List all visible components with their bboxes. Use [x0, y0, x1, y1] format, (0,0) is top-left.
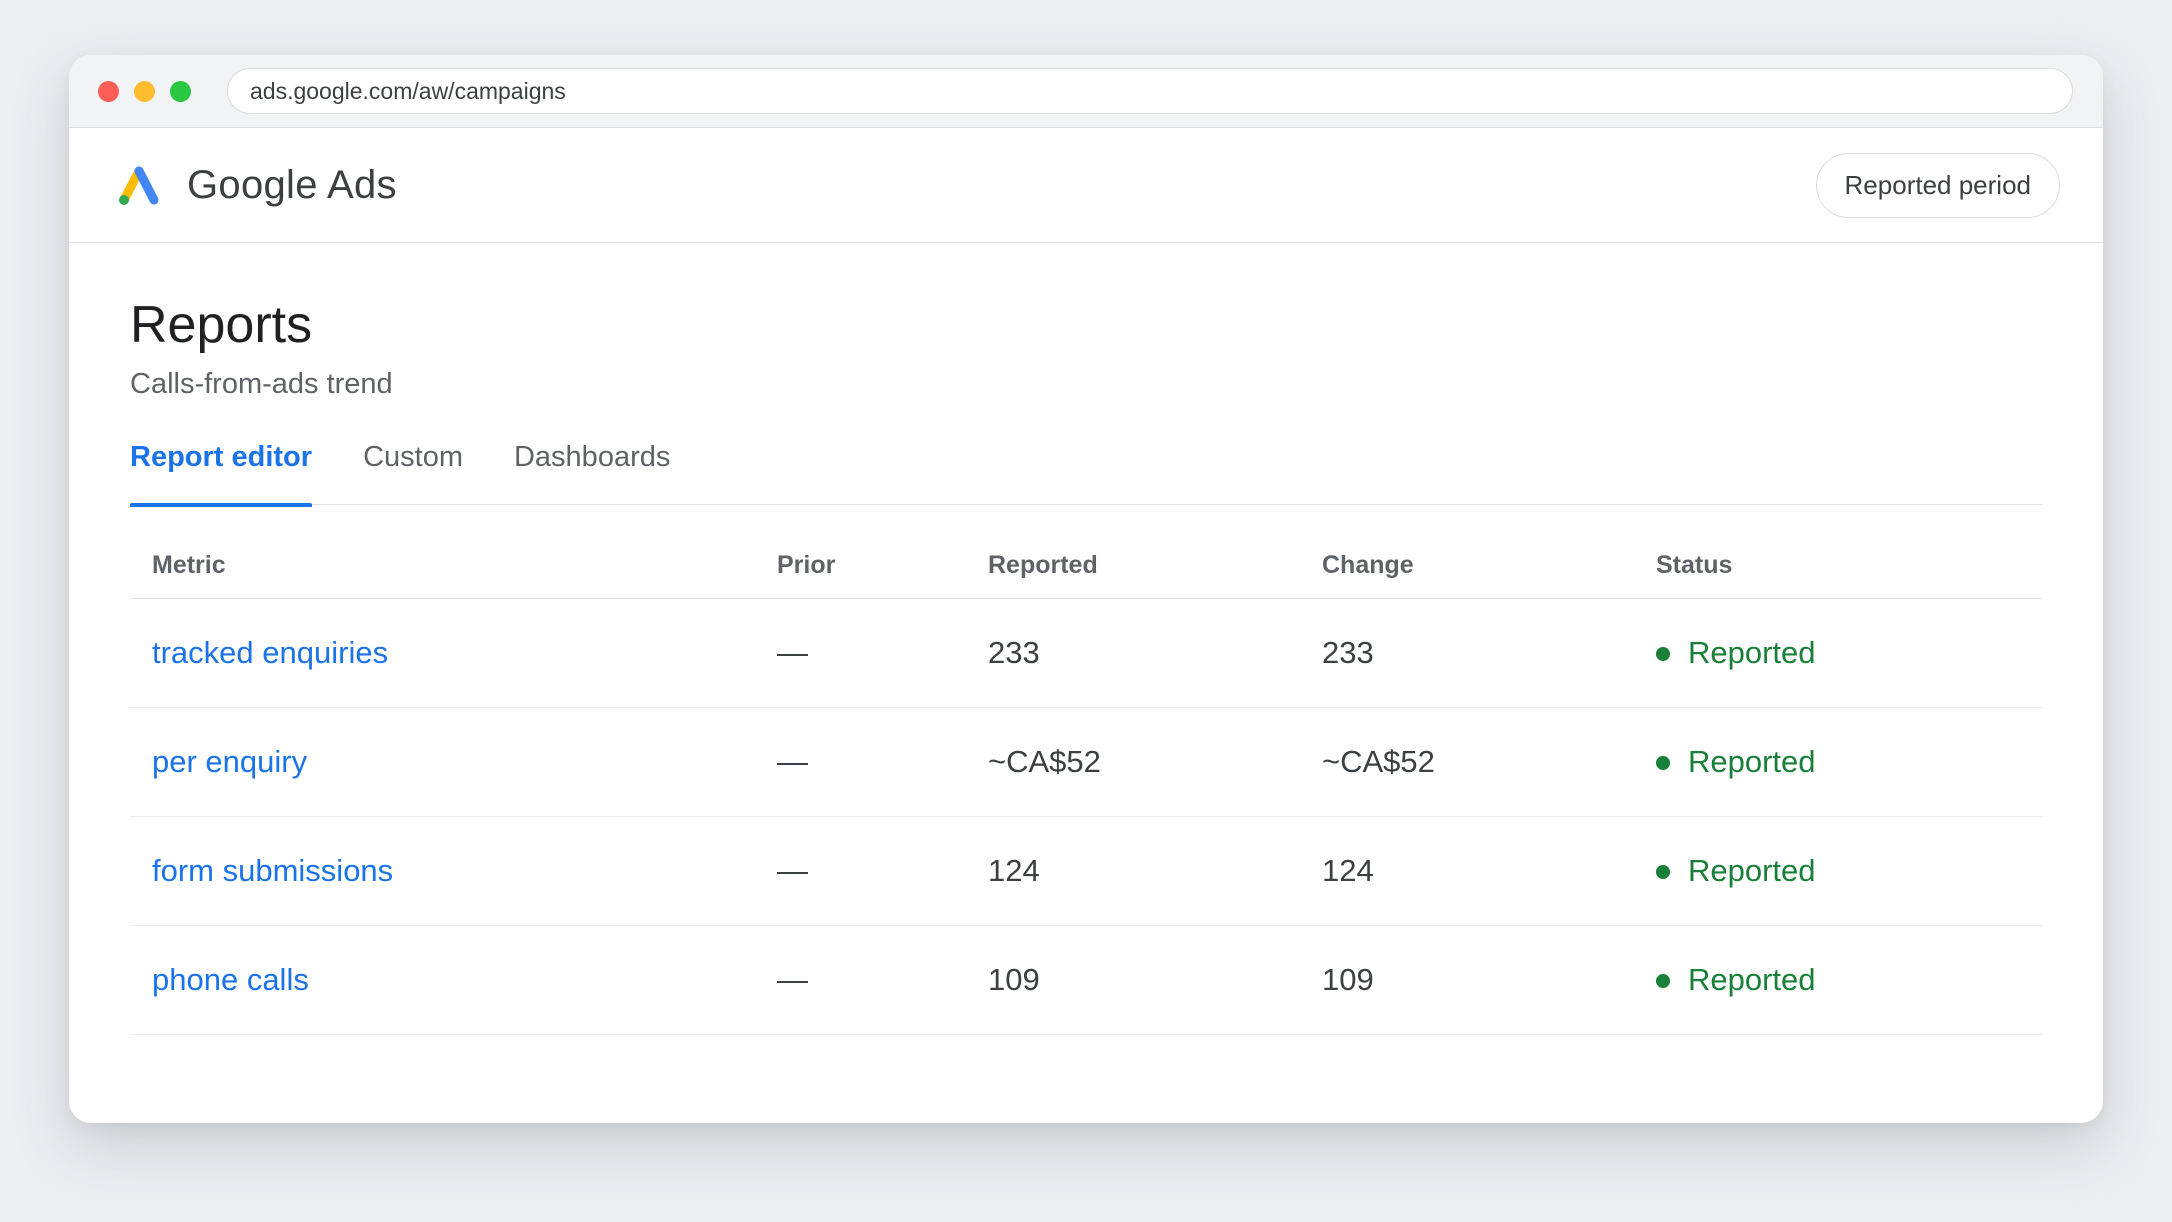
app-name: Google Ads — [187, 162, 397, 207]
prior-value: — — [777, 816, 988, 926]
status-dot-icon — [1656, 973, 1670, 988]
column-header-reported[interactable]: Reported — [988, 533, 1322, 599]
report-tabs: Report editor Custom Dashboards — [130, 429, 2042, 507]
table-row: phone calls — 109 109 Reported — [130, 925, 2042, 1035]
reported-value: 233 — [988, 598, 1322, 708]
status-dot-icon — [1656, 755, 1670, 770]
metric-link[interactable]: form submissions — [152, 853, 393, 888]
column-header-metric[interactable]: Metric — [130, 533, 777, 599]
table-row: form submissions — 124 124 Reported — [130, 816, 2042, 926]
reported-value: 109 — [988, 925, 1322, 1035]
reported-period-button[interactable]: Reported period — [1815, 152, 2060, 218]
main-content: Reports Calls-from-ads trend Report edit… — [69, 243, 2103, 1035]
browser-titlebar: ads.google.com/aw/campaigns — [69, 55, 2103, 128]
status-dot-icon — [1656, 646, 1670, 661]
metric-link[interactable]: per enquiry — [152, 744, 307, 779]
metric-link[interactable]: tracked enquiries — [152, 635, 388, 670]
prior-value: — — [777, 707, 988, 817]
table-row: per enquiry — ~CA$52 ~CA$52 Reported — [130, 707, 2042, 817]
brand[interactable]: Google Ads — [114, 163, 397, 208]
change-value: 109 — [1322, 925, 1656, 1035]
address-bar[interactable]: ads.google.com/aw/campaigns — [227, 68, 2073, 114]
status-dot-icon — [1656, 864, 1670, 879]
prior-value: — — [777, 925, 988, 1035]
reported-value: 124 — [988, 816, 1322, 926]
status-badge: Reported — [1656, 962, 2042, 998]
address-bar-url: ads.google.com/aw/campaigns — [250, 77, 566, 104]
reported-value: ~CA$52 — [988, 707, 1322, 817]
change-value: 233 — [1322, 598, 1656, 708]
table-row: tracked enquiries — 233 233 Reported — [130, 598, 2042, 708]
status-label: Reported — [1688, 961, 1816, 997]
tab-report-editor[interactable]: Report editor — [130, 429, 313, 507]
browser-window: ads.google.com/aw/campaigns Google Ads R… — [69, 55, 2103, 1123]
tab-dashboards[interactable]: Dashboards — [514, 429, 670, 505]
status-label: Reported — [1688, 743, 1816, 779]
table-header-row: Metric Prior Reported Change Status — [130, 533, 2042, 599]
status-badge: Reported — [1656, 744, 2042, 780]
page-title: Reports — [130, 296, 313, 354]
status-badge: Reported — [1656, 635, 2042, 671]
column-header-change[interactable]: Change — [1322, 533, 1656, 599]
minimize-window-button[interactable] — [134, 80, 155, 102]
app-header: Google Ads Reported period — [69, 128, 2103, 243]
metrics-table: Metric Prior Reported Change Status trac… — [130, 533, 2042, 1035]
column-header-prior[interactable]: Prior — [777, 533, 988, 599]
metric-link[interactable]: phone calls — [152, 962, 309, 997]
close-window-button[interactable] — [98, 80, 119, 102]
column-header-status[interactable]: Status — [1656, 533, 2042, 599]
change-value: 124 — [1322, 816, 1656, 926]
change-value: ~CA$52 — [1322, 707, 1656, 817]
prior-value: — — [777, 598, 988, 708]
google-ads-logo-icon — [119, 166, 159, 205]
tab-custom[interactable]: Custom — [363, 429, 463, 505]
page-subtitle: Calls-from-ads trend — [130, 368, 393, 401]
maximize-window-button[interactable] — [170, 80, 191, 102]
status-badge: Reported — [1656, 853, 2042, 889]
status-label: Reported — [1688, 634, 1816, 670]
status-label: Reported — [1688, 852, 1816, 888]
